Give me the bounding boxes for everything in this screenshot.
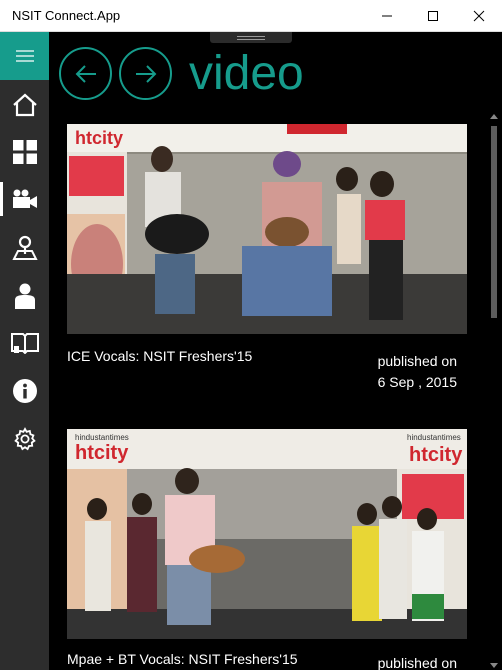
app-window: NSIT Connect.App video htcity ICE Vocals… xyxy=(0,0,502,670)
gear-icon xyxy=(13,427,36,451)
hamburger-button[interactable] xyxy=(0,32,49,80)
close-button[interactable] xyxy=(456,0,502,32)
arrow-right-icon xyxy=(135,64,156,83)
thumbnail-banner-right: htcity xyxy=(409,444,463,466)
sidebar-item-dashboard[interactable] xyxy=(0,129,49,175)
location-pin-icon xyxy=(11,235,38,260)
thumbnail-image: htcity hindustantimes htcity hindustanti… xyxy=(67,429,467,639)
sidebar-item-video[interactable] xyxy=(0,176,49,222)
page-header: video xyxy=(49,32,502,122)
sidebar-item-profile[interactable] xyxy=(0,273,49,319)
video-camera-icon xyxy=(12,189,37,208)
title-bar[interactable]: NSIT Connect.App xyxy=(0,0,502,32)
thumbnail-banner: htcity xyxy=(75,442,129,464)
person-icon xyxy=(14,283,35,309)
maximize-icon xyxy=(428,11,438,21)
video-published: published on 6 Sep , 2015 xyxy=(378,351,457,393)
back-button[interactable] xyxy=(59,47,112,100)
sidebar-nav xyxy=(0,32,49,670)
close-icon xyxy=(473,10,485,22)
sidebar-item-settings[interactable] xyxy=(0,416,49,462)
video-card[interactable]: htcity ICE Vocals: NSIT Freshers'15 publ… xyxy=(67,124,467,414)
published-date: 6 Sep , 2015 xyxy=(377,374,457,390)
minimize-icon xyxy=(382,15,392,17)
book-icon xyxy=(10,333,39,354)
video-published: published on xyxy=(378,653,457,670)
thumbnail-banner-top: hindustantimes xyxy=(75,433,129,442)
forward-button[interactable] xyxy=(119,47,172,100)
sidebar-item-library[interactable] xyxy=(0,320,49,366)
video-card[interactable]: htcity hindustantimes htcity hindustanti… xyxy=(67,429,467,670)
video-thumbnail[interactable]: htcity hindustantimes htcity hindustanti… xyxy=(67,429,467,639)
video-title[interactable]: ICE Vocals: NSIT Freshers'15 xyxy=(67,348,252,364)
sidebar-item-map[interactable] xyxy=(0,225,49,271)
scrollbar[interactable] xyxy=(486,112,502,670)
thumbnail-image: htcity xyxy=(67,124,467,334)
published-label: published on xyxy=(377,353,457,369)
sidebar-item-about[interactable] xyxy=(0,368,49,414)
grid-icon xyxy=(12,140,37,164)
info-icon xyxy=(12,379,37,403)
page-title: video xyxy=(189,47,304,100)
sidebar-item-home[interactable] xyxy=(0,82,49,128)
video-thumbnail[interactable]: htcity xyxy=(67,124,467,334)
arrow-left-icon xyxy=(75,64,96,83)
maximize-button[interactable] xyxy=(410,0,456,32)
published-label: published on xyxy=(377,655,457,670)
hamburger-icon xyxy=(15,50,34,62)
home-icon xyxy=(12,93,37,117)
window-title: NSIT Connect.App xyxy=(12,8,121,23)
scroll-thumb[interactable] xyxy=(491,126,497,318)
minimize-button[interactable] xyxy=(364,0,410,32)
video-list[interactable]: htcity ICE Vocals: NSIT Freshers'15 publ… xyxy=(49,122,486,670)
video-title[interactable]: Mpae + BT Vocals: NSIT Freshers'15 xyxy=(67,651,298,667)
thumbnail-banner-top-right: hindustantimes xyxy=(407,433,461,442)
thumbnail-banner: htcity xyxy=(75,128,123,148)
scroll-down-icon[interactable] xyxy=(490,663,498,668)
scroll-up-icon[interactable] xyxy=(490,114,498,119)
